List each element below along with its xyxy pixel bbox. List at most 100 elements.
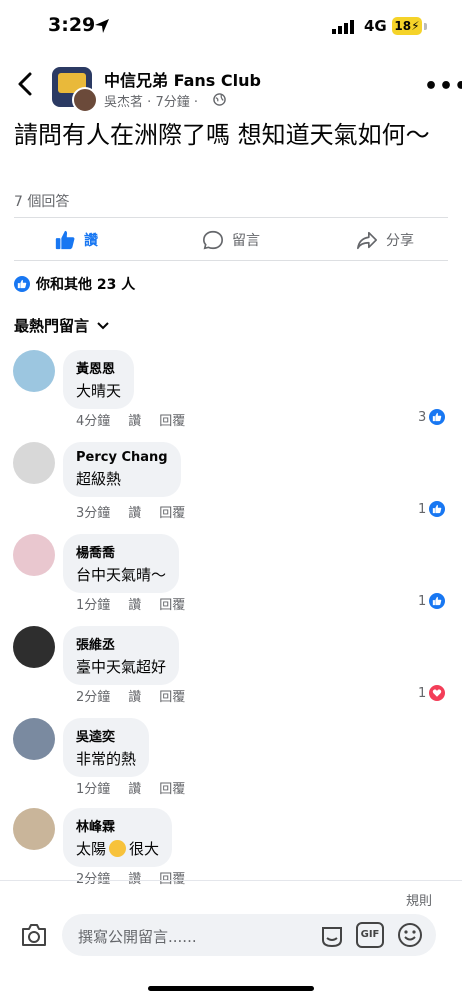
like-reaction-icon <box>429 593 446 609</box>
comment-text-part: 太陽 <box>76 840 107 858</box>
commenter-name[interactable]: 楊喬喬 <box>76 542 166 561</box>
meta-separator: · <box>147 95 152 110</box>
comment-reaction-count[interactable]: 1 <box>418 593 446 609</box>
sort-label: 最熱門留言 <box>14 317 90 335</box>
comment-bubble-icon <box>203 230 223 250</box>
commenter-name[interactable]: 吳逵奕 <box>76 726 136 745</box>
home-indicator <box>148 986 314 991</box>
avatar-sticker-icon[interactable] <box>318 922 346 950</box>
comment-bubble[interactable]: 張維丞 臺中天氣超好 <box>63 626 180 685</box>
commenter-name[interactable]: 林峰霖 <box>76 816 159 835</box>
commenter-avatar[interactable] <box>13 718 55 760</box>
battery-indicator: 18⚡ <box>392 17 422 35</box>
comment-actions: 2分鐘 讚回覆 <box>76 868 203 887</box>
comment-bubble[interactable]: 黃恩恩 大晴天 <box>63 350 135 409</box>
comment-like-button[interactable]: 讚 <box>128 778 141 797</box>
reaction-count: 1 <box>418 593 427 609</box>
commenter-name[interactable]: 張維丞 <box>76 634 166 653</box>
status-time: 3:29 <box>48 14 96 36</box>
footer-divider <box>0 880 462 881</box>
signal-icon <box>332 20 354 34</box>
share-button[interactable]: 分享 <box>356 229 414 251</box>
like-reaction-icon <box>14 276 30 292</box>
group-name[interactable]: 中信兄弟 Fans Club <box>104 67 261 91</box>
comment-actions: 4分鐘 讚回覆 <box>76 410 203 429</box>
comment-reply-button[interactable]: 回覆 <box>159 594 185 613</box>
comment-like-button[interactable]: 讚 <box>128 686 141 705</box>
comment-reply-button[interactable]: 回覆 <box>159 502 185 521</box>
comment-text: 臺中天氣超好 <box>76 658 167 676</box>
back-arrow-icon[interactable] <box>14 70 38 98</box>
camera-icon[interactable] <box>20 922 48 948</box>
comment-bubble[interactable]: 楊喬喬 台中天氣晴～ <box>63 534 180 593</box>
post-time: 7分鐘 <box>155 95 190 110</box>
comment-reaction-count[interactable]: 3 <box>418 409 446 425</box>
more-options-icon[interactable]: ••• <box>424 74 462 99</box>
like-button[interactable]: 讚 <box>54 229 98 251</box>
divider <box>14 260 448 261</box>
comment-bubble[interactable]: 林峰霖太陽 很大 <box>63 808 173 867</box>
reaction-count: 1 <box>418 685 427 701</box>
comment-actions: 2分鐘 讚回覆 <box>76 686 203 705</box>
comment-reply-button[interactable]: 回覆 <box>159 686 185 705</box>
comment-sort-selector[interactable]: 最熱門留言 <box>14 315 109 336</box>
comment-time: 2分鐘 <box>76 690 111 705</box>
commenter-name[interactable]: Percy Chang <box>76 450 168 465</box>
comment-button[interactable]: 留言 <box>202 229 260 251</box>
answer-count[interactable]: 7 個回答 <box>14 191 69 211</box>
commenter-avatar[interactable] <box>13 350 55 392</box>
commenter-avatar[interactable] <box>13 808 55 850</box>
comment-time: 1分鐘 <box>76 782 111 797</box>
comment-reaction-count[interactable]: 1 <box>418 685 446 701</box>
comment-bubble[interactable]: 吳逵奕 非常的熱 <box>63 718 150 777</box>
comment-text: 太陽 很大 <box>76 838 159 859</box>
share-label: 分享 <box>386 233 414 249</box>
love-reaction-icon <box>429 685 446 701</box>
comment-time: 3分鐘 <box>76 506 111 521</box>
comment-label: 留言 <box>232 233 260 249</box>
author-avatar[interactable] <box>72 87 98 113</box>
comment-time: 4分鐘 <box>76 414 111 429</box>
post-meta: 吳杰茗 · 7分鐘 · <box>104 91 198 110</box>
globe-icon <box>213 93 226 106</box>
battery-tip <box>424 23 427 30</box>
reaction-summary-text: 你和其他 23 人 <box>36 277 136 293</box>
battery-level: 18 <box>394 19 412 33</box>
comment-like-button[interactable]: 讚 <box>128 594 141 613</box>
commenter-avatar[interactable] <box>13 442 55 484</box>
like-reaction-icon <box>429 501 446 517</box>
comment-text: 超級熱 <box>76 470 122 488</box>
comment-actions: 1分鐘 讚回覆 <box>76 778 203 797</box>
emoji-icon[interactable] <box>396 921 424 949</box>
reaction-summary[interactable]: 你和其他 23 人 <box>14 274 135 294</box>
comment-time: 1分鐘 <box>76 598 111 613</box>
share-arrow-icon <box>357 231 377 250</box>
thumbs-up-icon <box>55 230 75 250</box>
network-label: 4G <box>364 17 387 35</box>
commenter-avatar[interactable] <box>13 626 55 668</box>
comment-like-button[interactable]: 讚 <box>128 868 141 887</box>
gif-button[interactable]: GIF <box>356 922 384 948</box>
meta-separator: · <box>193 95 198 110</box>
comment-reply-button[interactable]: 回覆 <box>159 868 185 887</box>
comment-text: 大晴天 <box>76 382 122 400</box>
comment-reply-button[interactable]: 回覆 <box>159 778 185 797</box>
comment-reaction-count[interactable]: 1 <box>418 501 446 517</box>
smiling-sun-emoji-icon <box>109 840 127 857</box>
like-reaction-icon <box>429 409 446 425</box>
reaction-count: 3 <box>418 409 427 425</box>
location-arrow-icon <box>95 19 109 33</box>
comment-reply-button[interactable]: 回覆 <box>159 410 185 429</box>
comment-bubble[interactable]: Percy Chang 超級熱 <box>63 442 181 497</box>
post-text: 請問有人在洲際了嗎 想知道天氣如何～ <box>14 121 430 149</box>
rules-link[interactable]: 規則 <box>406 890 432 909</box>
comment-like-button[interactable]: 讚 <box>128 502 141 521</box>
reaction-count: 1 <box>418 501 427 517</box>
comment-time: 2分鐘 <box>76 872 111 887</box>
comment-text-part: 很大 <box>129 840 160 858</box>
commenter-name[interactable]: 黃恩恩 <box>76 358 121 377</box>
commenter-avatar[interactable] <box>13 534 55 576</box>
comment-like-button[interactable]: 讚 <box>128 410 141 429</box>
author-name[interactable]: 吳杰茗 <box>104 95 143 110</box>
comment-text: 非常的熱 <box>76 750 137 768</box>
